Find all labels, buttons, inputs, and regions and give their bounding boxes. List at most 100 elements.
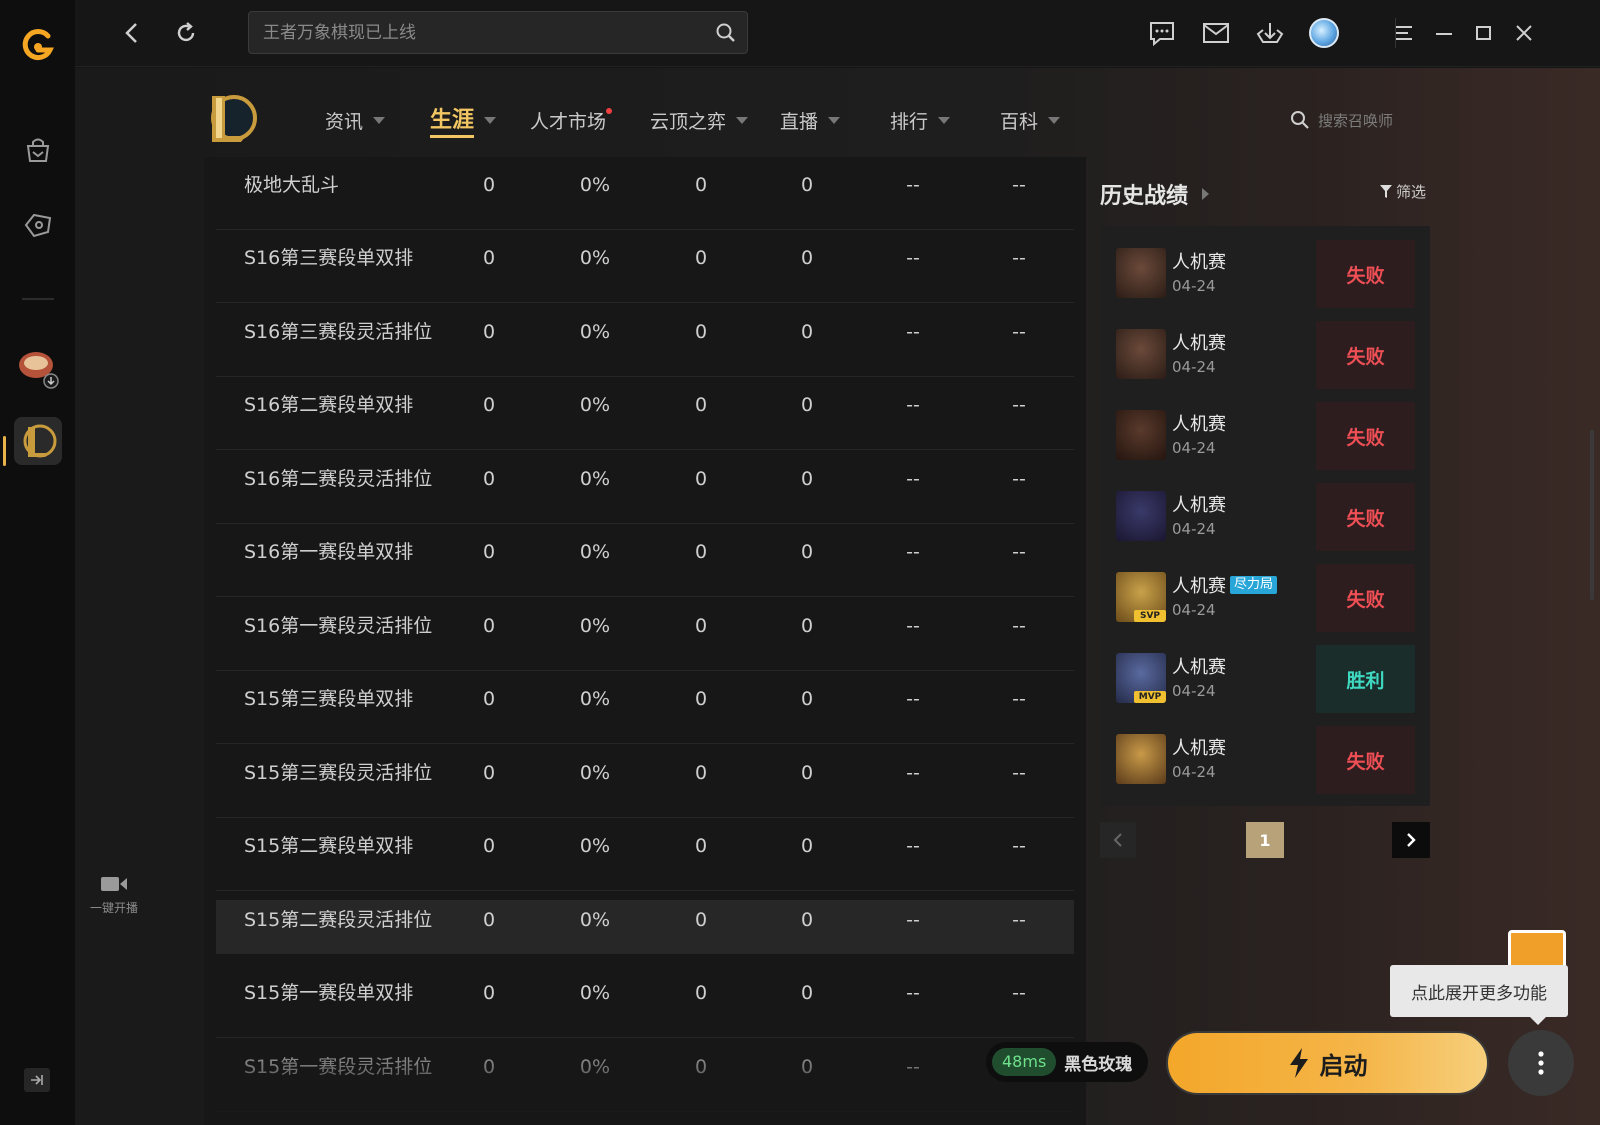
stat-cell: 0 [694,1055,708,1078]
table-row[interactable]: S16第三赛段灵活排位 0 0% 0 0 -- -- [216,304,1074,377]
stat-cell: -- [1012,761,1026,784]
page-scrollbar[interactable] [1590,430,1594,600]
search-icon[interactable] [715,22,737,48]
tab-news[interactable]: 资讯 [325,106,386,134]
table-row[interactable]: S15第一赛段灵活排位00%00---- [216,1039,1074,1112]
table-row[interactable]: 极地大乱斗 0 0% 0 0 -- -- [216,157,1074,230]
minimize-icon[interactable] [1427,16,1461,50]
table-row[interactable]: S16第二赛段单双排 0 0% 0 0 -- -- [216,377,1074,450]
filter-button[interactable]: 筛选 [1380,181,1426,202]
table-row[interactable]: S15第二赛段灵活排位 0 0% 0 0 -- -- [216,899,1074,954]
menu-icon[interactable] [1387,16,1421,50]
match-item[interactable]: 人机赛 04-24 失败 [1116,481,1416,551]
download-manager-icon[interactable] [1253,16,1287,50]
lightning-icon [1289,1048,1308,1078]
mail-icon[interactable] [1199,16,1233,50]
rail-divider [22,298,54,300]
table-row[interactable]: S15第二赛段单双排 0 0% 0 0 -- -- [216,818,1074,891]
tab-tft[interactable]: 云顶之弈 [650,106,749,134]
launch-button[interactable]: 启动 [1166,1031,1489,1095]
match-item[interactable]: 人机赛 04-24 失败 [1116,400,1416,470]
chat-icon[interactable] [1145,16,1179,50]
match-item[interactable]: SVP 人机赛 尽力局 04-24 失败 [1116,562,1416,632]
sidebar-game-lol[interactable] [14,417,62,465]
one-click-live-button[interactable]: 一键开播 [84,875,144,916]
stat-cell: 0% [579,320,611,343]
promo-badge[interactable] [1508,930,1566,970]
stat-cell: 0% [579,835,611,857]
table-row[interactable]: S15第三赛段灵活排位 0 0% 0 0 -- -- [216,745,1074,818]
table-row[interactable]: S15第一赛段单双排 0 0% 0 0 -- -- [216,965,1074,1038]
tab-ranking[interactable]: 排行 [890,106,951,134]
close-icon[interactable] [1507,16,1541,50]
mode-name-cell: S16第二赛段灵活排位 [244,467,433,490]
performance-badge: MVP [1134,691,1166,703]
stat-cell: 0% [579,541,611,563]
tab-career[interactable]: 生涯 [430,106,497,138]
mode-name-cell: S16第一赛段单双排 [244,541,414,563]
table-row[interactable]: S16第二赛段灵活排位 0 0% 0 0 -- -- [216,451,1074,524]
more-options-button[interactable] [1508,1030,1574,1096]
global-search[interactable] [248,11,748,54]
champion-portrait [1116,329,1166,379]
refresh-icon[interactable] [171,18,201,48]
filter-icon [1380,184,1392,198]
stat-cell: 0 [800,688,814,710]
gamepad-icon[interactable] [18,205,58,245]
lol-logo-icon[interactable] [206,90,258,146]
table-row[interactable]: S15第三赛段单双排 0 0% 0 0 -- -- [216,671,1074,744]
match-item[interactable]: 人机赛 04-24 失败 [1116,238,1416,308]
user-avatar[interactable] [1307,16,1341,50]
collapse-sidebar-icon[interactable] [24,1068,50,1092]
stat-cell: 0 [482,688,496,710]
wegame-logo-icon[interactable] [18,26,58,66]
mode-name-cell: S15第三赛段单双排 [244,688,414,710]
pager-next-button[interactable] [1392,822,1430,858]
stat-cell: 0 [800,1055,814,1078]
pager-current-page[interactable]: 1 [1246,822,1284,858]
global-search-input[interactable] [249,12,689,53]
sidebar-game-other[interactable] [14,343,62,391]
stat-cell: 0 [800,835,814,857]
mode-name-cell: S15第二赛段单双排 [244,835,414,857]
match-item[interactable]: MVP 人机赛 04-24 胜利 [1116,643,1416,713]
stat-cell: -- [906,908,920,931]
stat-cell: -- [906,394,920,416]
stat-cell: 0% [579,394,611,416]
stat-cell: -- [1012,467,1026,490]
shop-bag-icon[interactable] [18,130,58,170]
left-rail [0,0,75,1125]
back-arrow-icon[interactable] [117,18,147,48]
stat-cell: 0 [694,982,708,1004]
stat-cell: -- [906,173,920,196]
match-date: 04-24 [1172,439,1216,457]
match-item[interactable]: 人机赛 04-24 失败 [1116,319,1416,389]
stat-cell: -- [1012,908,1026,931]
tab-talent-market[interactable]: 人才市场 [530,106,613,134]
table-row[interactable]: S16第一赛段灵活排位 0 0% 0 0 -- -- [216,598,1074,671]
server-name: 黑色玫瑰 [1064,1054,1133,1075]
stat-cell: -- [1012,982,1026,1004]
match-item[interactable]: 人机赛 04-24 失败 [1116,724,1416,794]
mode-name-cell: S15第一赛段灵活排位 [244,1055,433,1078]
stat-cell: 0 [482,394,496,416]
stat-cell: 0 [800,467,814,490]
tab-live[interactable]: 直播 [780,106,841,134]
stat-cell: 0 [694,908,708,931]
top-bar [75,0,1600,67]
stat-cell: 0 [694,247,708,269]
summoner-search[interactable]: 搜索召唤师 [1290,107,1393,133]
server-status[interactable]: 48ms 黑色玫瑰 [986,1042,1148,1082]
summoner-search-placeholder: 搜索召唤师 [1318,111,1394,130]
tab-wiki[interactable]: 百科 [1000,106,1061,134]
maximize-icon[interactable] [1467,16,1501,50]
stat-cell: 0 [694,541,708,563]
stat-cell: 0 [694,761,708,784]
stat-cell: 0 [482,467,496,490]
table-row[interactable]: S16第一赛段单双排 0 0% 0 0 -- -- [216,524,1074,597]
chevron-right-icon [1407,833,1416,847]
pager-prev-button[interactable] [1100,822,1136,858]
table-row[interactable]: S16第三赛段单双排 0 0% 0 0 -- -- [216,230,1074,303]
match-history-title[interactable]: 历史战绩 [1100,178,1210,210]
chevron-right-icon [1202,188,1210,200]
